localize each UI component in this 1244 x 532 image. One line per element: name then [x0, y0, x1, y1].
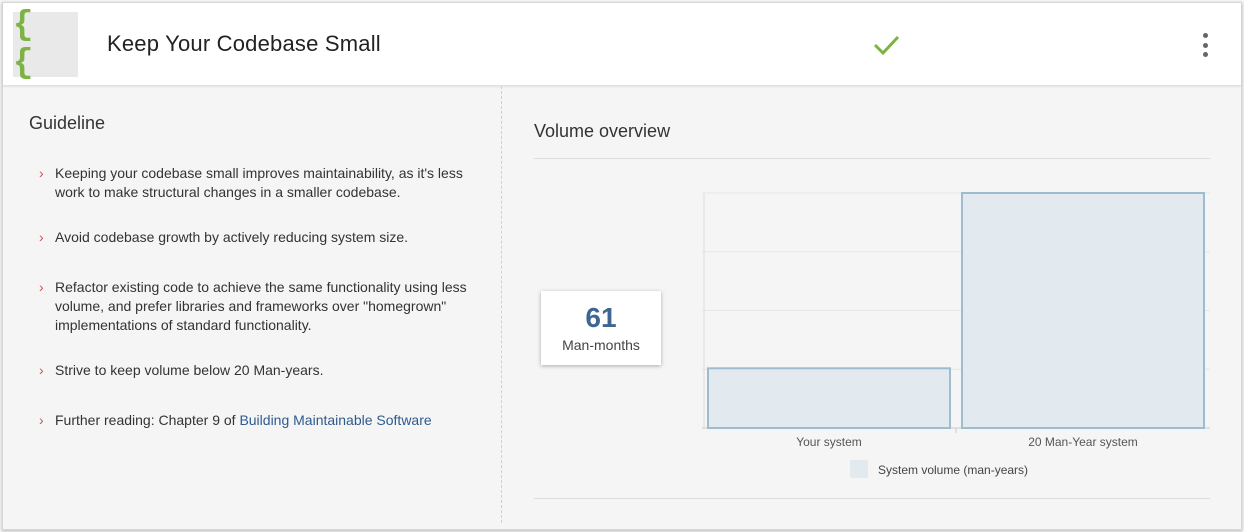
menu-dot — [1202, 52, 1208, 57]
code-braces-logo: { { — [13, 7, 78, 83]
chevron-right-icon: › — [39, 229, 44, 245]
volume-bar-chart: Your system 20 Man-Year systemSystem volu… — [702, 192, 1210, 478]
guideline-item-text: Further reading: Chapter 9 of — [55, 412, 240, 428]
x-tick-label: 20 Man-Year system — [1028, 435, 1138, 449]
chevron-right-icon: › — [39, 165, 44, 181]
guideline-item: › Further reading: Chapter 9 of Building… — [39, 411, 479, 430]
guideline-item-text: Avoid codebase growth by actively reduci… — [55, 229, 409, 245]
guideline-list: › Keeping your codebase small improves m… — [39, 164, 479, 430]
bar — [707, 367, 951, 429]
volume-title: Volume overview — [534, 121, 671, 141]
divider — [534, 498, 1210, 499]
chevron-right-icon: › — [39, 412, 44, 428]
menu-dot — [1202, 33, 1208, 38]
volume-metric-value: 61 — [585, 302, 617, 333]
menu-dot — [1202, 42, 1208, 48]
book-link[interactable]: Building Maintainable Software — [239, 412, 431, 428]
volume-metric-unit: Man-months — [562, 337, 640, 353]
card-header: { { Keep Your Codebase Small — [3, 3, 1241, 86]
legend-label: System volume (man-years) — [878, 463, 1028, 477]
card-title: Keep Your Codebase Small — [107, 31, 381, 56]
chevron-right-icon: › — [39, 362, 44, 378]
chevron-right-icon: › — [39, 279, 44, 295]
guideline-item: › Keeping your codebase small improves m… — [39, 164, 479, 202]
guideline-panel: Guideline › Keeping your codebase small … — [3, 86, 502, 523]
guideline-item-text: Strive to keep volume below 20 Man-years… — [55, 362, 324, 378]
x-tick-label: Your system — [796, 435, 862, 449]
guideline-item-text: Keeping your codebase small improves mai… — [55, 165, 463, 200]
checkmark-icon — [873, 35, 900, 56]
guideline-item: › Strive to keep volume below 20 Man-yea… — [39, 361, 479, 380]
volume-metric-box: 61 Man-months — [541, 291, 661, 365]
guideline-item: › Refactor existing code to achieve the … — [39, 278, 479, 335]
guideline-item: › Avoid codebase growth by actively redu… — [39, 228, 479, 247]
guideline-title: Guideline — [29, 113, 106, 133]
guideline-item-text: Refactor existing code to achieve the sa… — [55, 279, 467, 333]
volume-panel: Volume overview 61 Man-months Your syste… — [502, 86, 1241, 523]
guideline-card: { { Keep Your Codebase Small Guideline ›… — [2, 2, 1242, 530]
divider — [534, 158, 1210, 159]
more-vertical-icon[interactable] — [1195, 33, 1215, 57]
legend-swatch — [850, 460, 868, 478]
logo-text: { { — [13, 6, 36, 83]
bar — [961, 192, 1205, 429]
